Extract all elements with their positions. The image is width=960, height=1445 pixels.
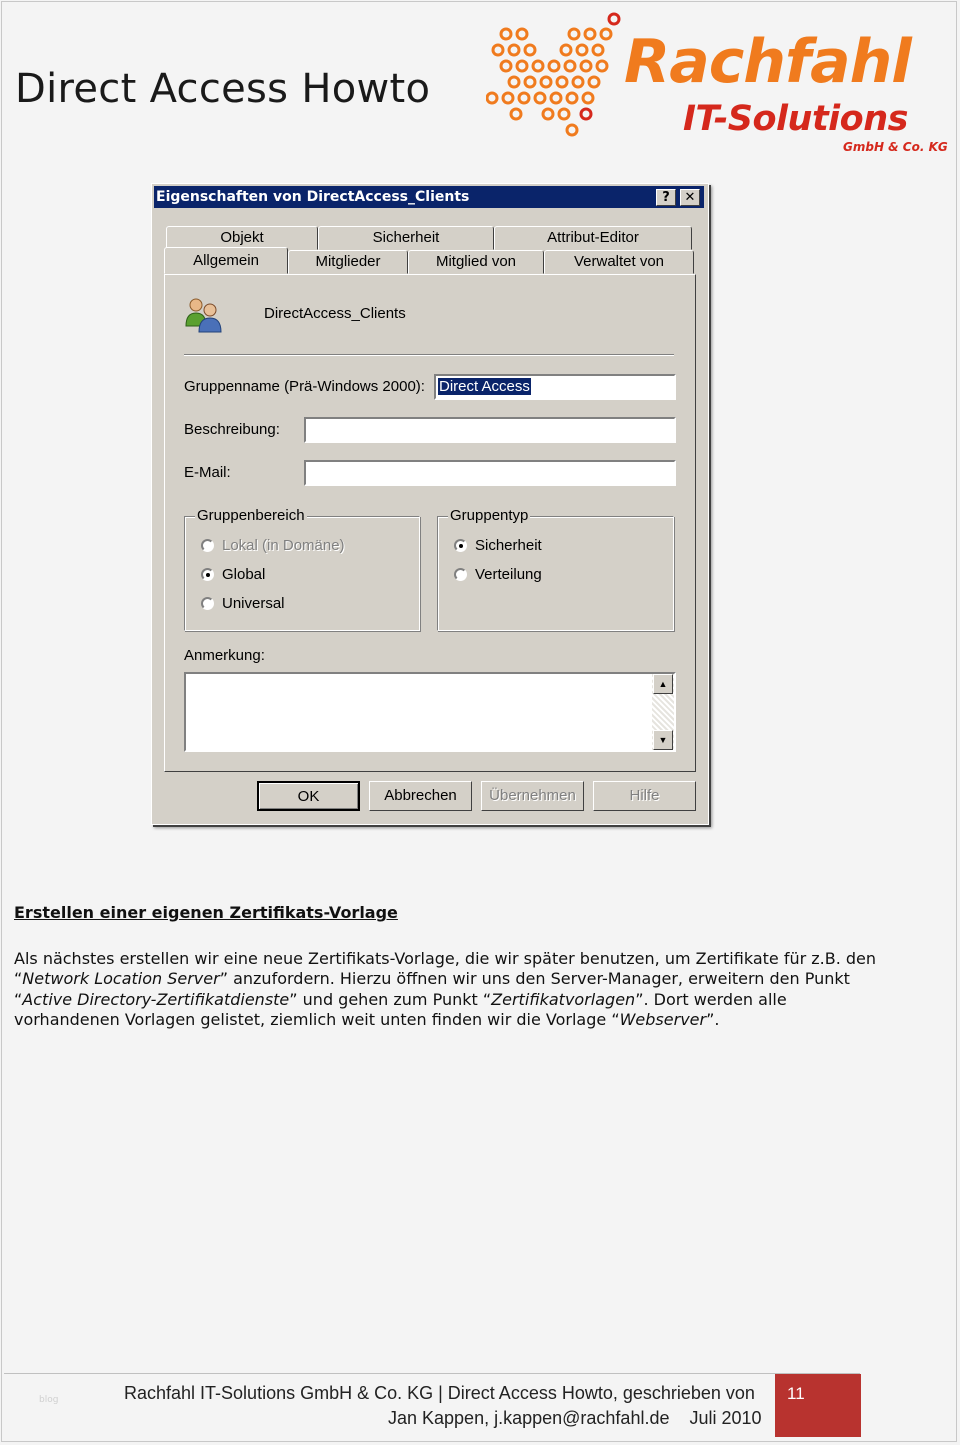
radio-selected-icon	[201, 568, 214, 581]
footer-ghost-text: blog	[39, 1395, 59, 1405]
document-title: Direct Access Howto	[15, 66, 431, 112]
close-icon[interactable]: ✕	[680, 189, 700, 206]
type-distribution-radio[interactable]: Verteilung	[454, 566, 542, 583]
footer-line-1: Rachfahl IT-Solutions GmbH & Co. KG | Di…	[124, 1383, 755, 1403]
scope-universal-radio[interactable]: Universal	[201, 595, 285, 612]
scope-universal-label: Universal	[222, 595, 285, 612]
para-em-ad-certificate-services: Active Directory-Zertifikatdienste	[22, 989, 290, 1009]
scope-global-radio[interactable]: Global	[201, 566, 265, 583]
separator	[184, 354, 674, 356]
group-type: Gruppentyp Sicherheit Verteilung	[437, 507, 674, 631]
radio-icon	[201, 539, 214, 552]
dialog-titlebar[interactable]: Eigenschaften von DirectAccess_Clients ?…	[154, 186, 704, 208]
para-text-3: ” und gehen zum Punkt “	[289, 989, 492, 1009]
logo-dots-icon	[486, 12, 621, 137]
notes-label: Anmerkung:	[184, 647, 265, 664]
type-security-radio[interactable]: Sicherheit	[454, 537, 542, 554]
page-number: 11	[787, 1384, 805, 1403]
properties-dialog: Eigenschaften von DirectAccess_Clients ?…	[151, 183, 709, 825]
scroll-up-icon[interactable]: ▲	[653, 674, 673, 694]
logo-name: Rachfahl	[624, 27, 912, 97]
section-paragraph: Als nächstes erstellen wir eine neue Zer…	[14, 949, 894, 1030]
object-name: DirectAccess_Clients	[264, 305, 406, 322]
dialog-title: Eigenschaften von DirectAccess_Clients	[156, 189, 470, 205]
email-label: E-Mail:	[184, 464, 231, 481]
scope-global-label: Global	[222, 566, 266, 583]
pre2000-name-input[interactable]: Direct Access	[434, 374, 676, 400]
footer-divider	[4, 1373, 860, 1374]
type-security-label: Sicherheit	[475, 537, 542, 554]
group-type-title: Gruppentyp	[448, 507, 531, 524]
para-em-webserver: Webserver	[619, 1009, 707, 1029]
tab-mitglieder[interactable]: Mitglieder	[288, 250, 408, 274]
scope-domain-local-radio[interactable]: Lokal (in Domäne)	[201, 537, 345, 554]
cancel-button[interactable]: Abbrechen	[369, 781, 472, 811]
scroll-down-icon[interactable]: ▼	[653, 730, 673, 750]
company-logo: Rachfahl IT-Solutions GmbH & Co. KG	[486, 12, 956, 157]
users-icon	[185, 298, 222, 333]
radio-icon	[201, 597, 214, 610]
ok-button[interactable]: OK	[257, 781, 360, 811]
radio-icon	[454, 568, 467, 581]
apply-button[interactable]: Übernehmen	[481, 781, 584, 811]
help-button[interactable]: Hilfe	[593, 781, 696, 811]
pre2000-name-value: Direct Access	[438, 378, 531, 395]
logo-subtitle: IT-Solutions	[683, 99, 908, 139]
description-label: Beschreibung:	[184, 421, 280, 438]
tab-sicherheit[interactable]: Sicherheit	[318, 226, 494, 250]
tab-mitglied-von[interactable]: Mitglied von	[408, 250, 544, 274]
radio-selected-icon	[454, 539, 467, 552]
tab-allgemein[interactable]: Allgemein	[164, 247, 288, 274]
para-em-network-location-server: Network Location Server	[22, 969, 220, 989]
email-input[interactable]	[304, 460, 676, 486]
notes-scrollbar[interactable]: ▲ ▼	[652, 674, 674, 750]
type-distribution-label: Verteilung	[475, 566, 542, 583]
scope-domain-local-label: Lokal (in Domäne)	[222, 537, 345, 554]
logo-company-form: GmbH & Co. KG	[843, 140, 948, 154]
pre2000-name-label: Gruppenname (Prä-Windows 2000):	[184, 378, 425, 395]
group-scope-title: Gruppenbereich	[195, 507, 307, 524]
para-text-5: ”.	[706, 1009, 720, 1029]
notes-textarea[interactable]: ▲ ▼	[184, 672, 676, 752]
para-em-certificate-templates: Zertifikatvorlagen	[491, 989, 636, 1009]
footer-line-2: Jan Kappen, j.kappen@rachfahl.de Juli 20…	[388, 1408, 762, 1428]
help-titlebar-button[interactable]: ?	[656, 189, 676, 206]
description-input[interactable]	[304, 417, 676, 443]
tab-attribut-editor[interactable]: Attribut-Editor	[494, 226, 692, 250]
section-heading: Erstellen einer eigenen Zertifikats-Vorl…	[14, 903, 398, 922]
group-scope: Gruppenbereich Lokal (in Domäne) Global …	[184, 507, 420, 631]
tab-verwaltet-von[interactable]: Verwaltet von	[544, 250, 694, 274]
